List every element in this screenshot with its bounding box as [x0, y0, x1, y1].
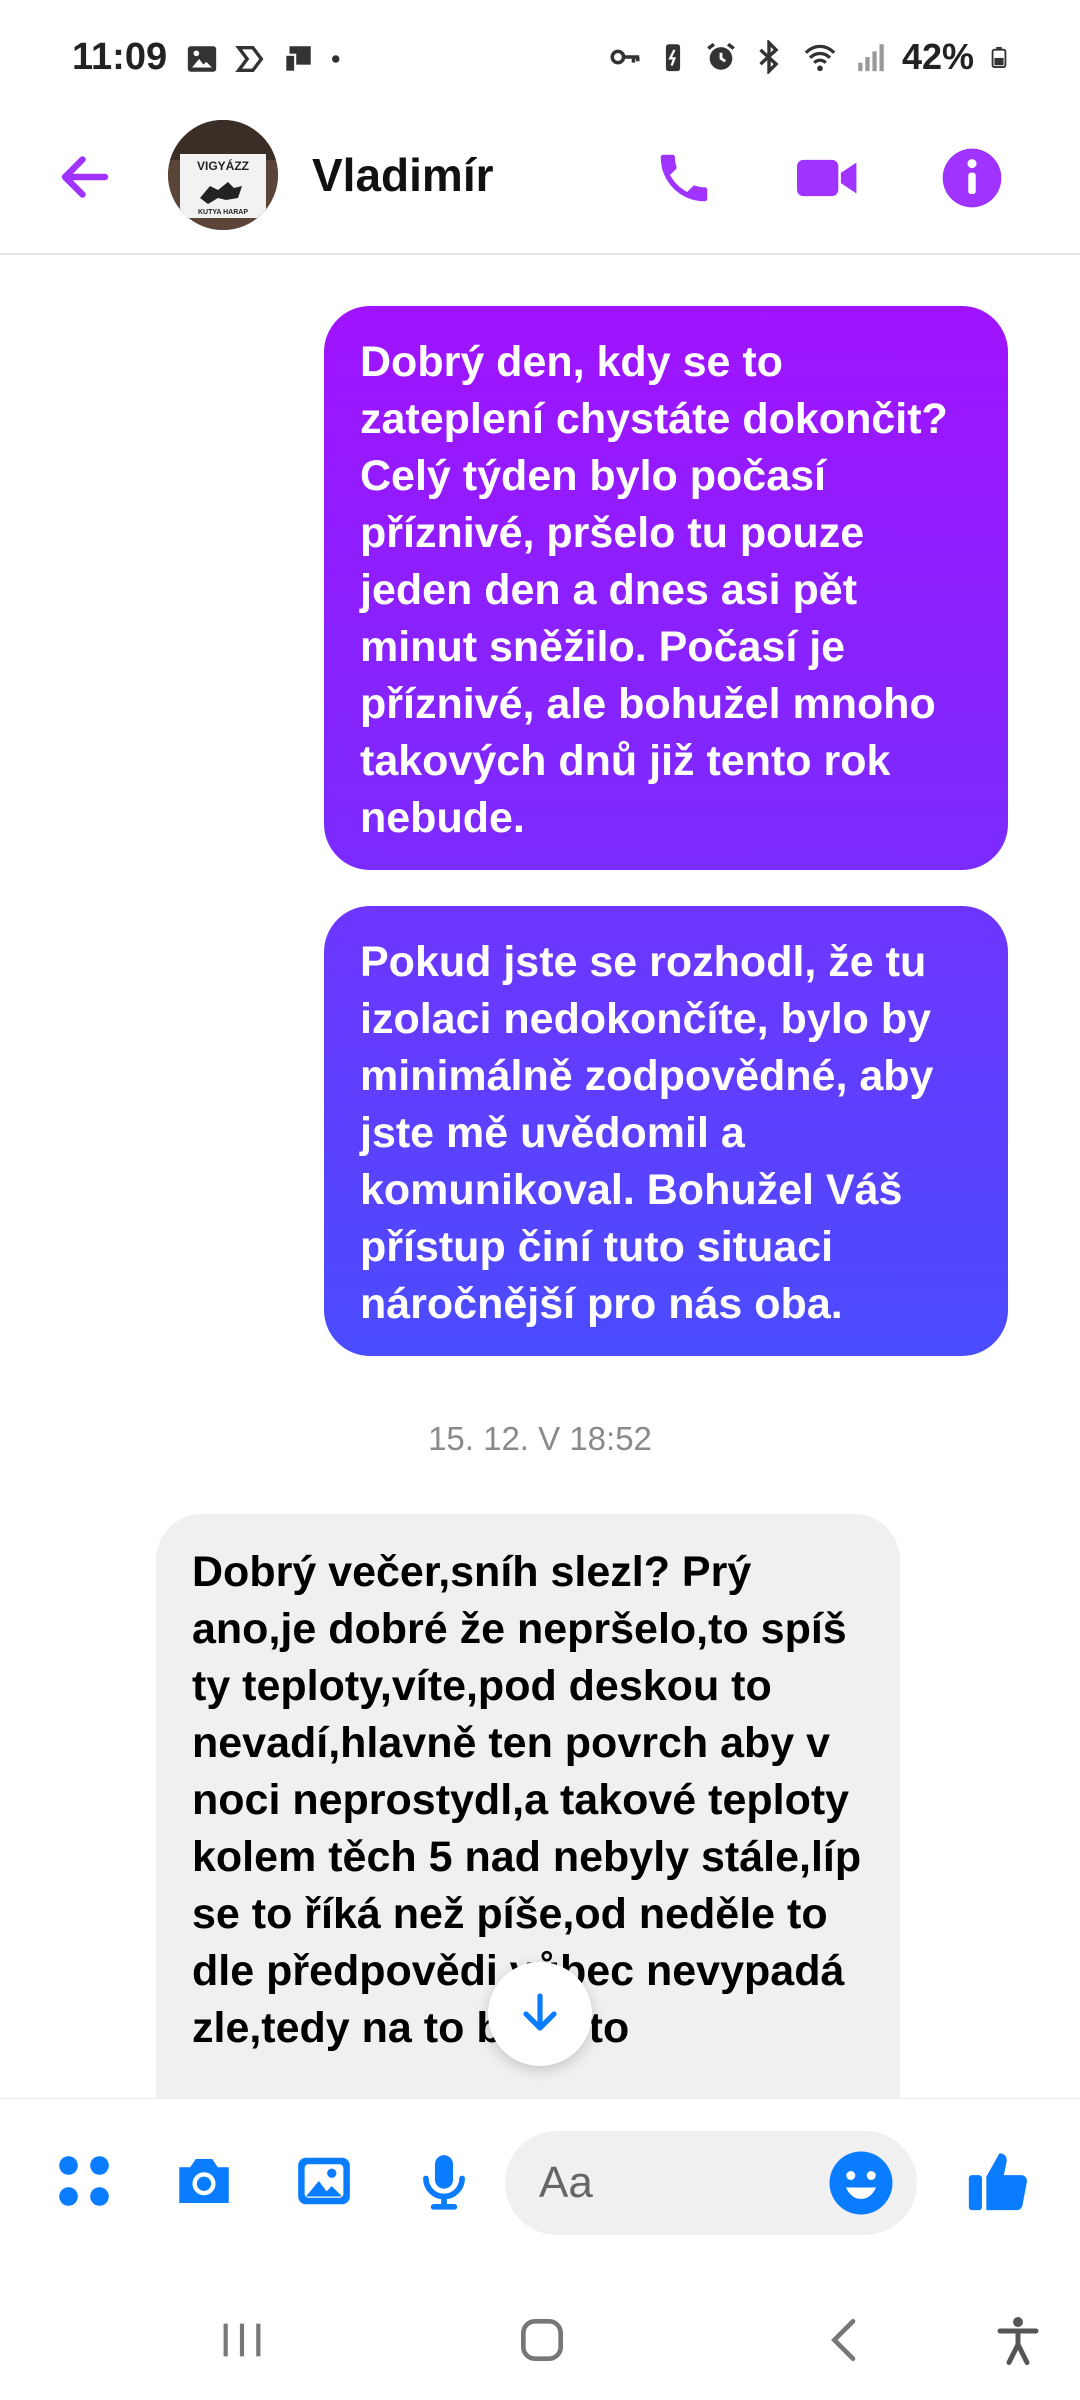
battery-percent: 42%	[901, 36, 974, 77]
key-icon	[610, 49, 640, 65]
recent-apps-icon	[223, 2323, 261, 2357]
message-timestamp: 15. 12. V 18:52	[428, 1420, 652, 1457]
scroll-to-bottom-button[interactable]	[488, 1962, 592, 2066]
avatar-sign-image: VIGYÁZZ KUTYA HARAP	[168, 120, 278, 230]
bluetooth-icon	[759, 40, 779, 74]
image-icon	[298, 2157, 350, 2205]
status-time: 11:09	[72, 36, 168, 78]
device-notification-icon	[284, 46, 311, 73]
like-button[interactable]	[962, 2145, 1034, 2217]
app-notification-icon	[235, 45, 264, 73]
battery-icon	[991, 46, 1007, 68]
phone-icon	[660, 154, 708, 202]
home-button[interactable]	[502, 2300, 582, 2380]
avatar-text-top: VIGYÁZZ	[197, 158, 249, 173]
emoji-icon	[829, 2151, 893, 2215]
avatar[interactable]: VIGYÁZZ KUTYA HARAP	[168, 120, 278, 230]
message-composer	[0, 2098, 1080, 2258]
voice-message-button[interactable]	[408, 2145, 480, 2217]
home-icon	[521, 2319, 563, 2361]
status-notification-icons	[185, 42, 347, 76]
contact-name[interactable]: Vladimír	[312, 148, 494, 202]
nav-back-button[interactable]	[806, 2300, 886, 2380]
recent-apps-button[interactable]	[202, 2300, 282, 2380]
alarm-icon	[707, 42, 735, 70]
outgoing-message[interactable]: Dobrý den, kdy se to zateplení chystáte …	[324, 306, 1008, 870]
system-navigation-bar	[0, 2258, 1080, 2400]
gallery-button[interactable]	[288, 2145, 360, 2217]
emoji-button[interactable]	[825, 2147, 897, 2219]
battery-saver-icon	[665, 44, 681, 72]
microphone-icon	[423, 2155, 465, 2210]
avatar-text-bottom: KUTYA HARAP	[198, 209, 248, 216]
four-dots-icon	[59, 2156, 109, 2206]
arrow-down-icon	[523, 1993, 557, 2031]
gallery-notification-icon	[187, 46, 217, 72]
dot-icon	[332, 55, 340, 63]
camera-button[interactable]	[168, 2145, 240, 2217]
nav-back-icon	[831, 2319, 856, 2361]
chat-header: VIGYÁZZ KUTYA HARAP Vladimír	[0, 120, 1080, 255]
video-camera-icon	[797, 159, 857, 197]
signal-icon	[858, 44, 884, 72]
accessibility-icon	[997, 2317, 1039, 2365]
status-bar: 11:09 42%	[0, 0, 1080, 120]
info-button[interactable]	[932, 138, 1012, 218]
wifi-icon	[804, 44, 836, 72]
outgoing-message[interactable]: Pokud jste se rozhodl, že tu izolaci ned…	[324, 906, 1008, 1356]
accessibility-button[interactable]	[978, 2300, 1058, 2380]
message-input[interactable]	[539, 2131, 819, 2235]
message-input-wrapper	[505, 2131, 917, 2235]
back-button[interactable]	[50, 142, 120, 212]
camera-icon	[179, 2159, 229, 2203]
audio-call-button[interactable]	[644, 138, 724, 218]
status-system-icons: 42%	[608, 36, 1010, 78]
back-arrow-icon	[61, 156, 109, 198]
info-icon	[942, 148, 1002, 208]
more-actions-button[interactable]	[48, 2145, 120, 2217]
thumbs-up-icon	[968, 2153, 1027, 2211]
video-call-button[interactable]	[788, 138, 868, 218]
